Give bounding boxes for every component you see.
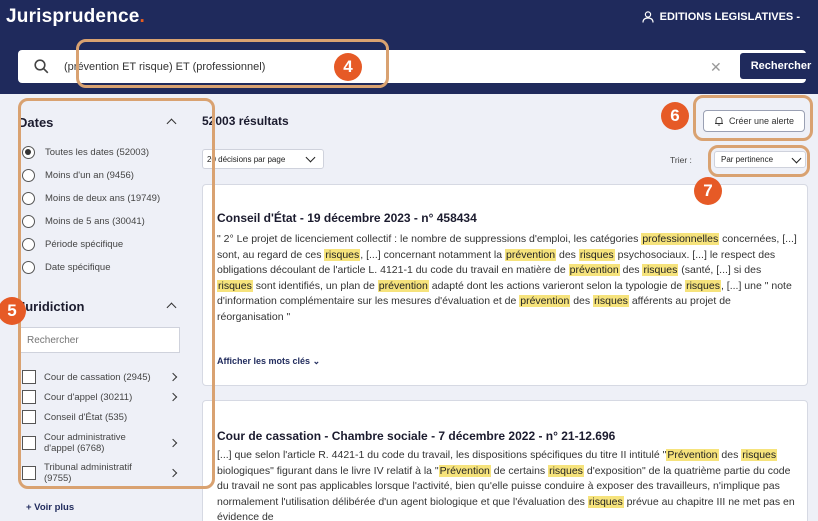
highlighted-term: risques (685, 279, 721, 292)
callout-badge: 6 (661, 102, 689, 130)
app-title: Jurisprudence (6, 6, 140, 27)
sort-label: Trier : (670, 155, 692, 165)
app-logo[interactable]: Jurisprudence. (6, 6, 145, 28)
result-excerpt: [...] que selon l'article R. 4421-1 du c… (217, 448, 799, 521)
account-menu[interactable]: EDITIONS LEGISLATIVES - (642, 11, 800, 23)
result-card[interactable]: Conseil d'État - 19 décembre 2023 - n° 4… (202, 184, 808, 386)
highlighted-term: risques (578, 248, 615, 261)
highlighted-term: Prévention (438, 464, 491, 477)
highlighted-term: prévention (519, 295, 571, 308)
search-icon (34, 59, 49, 74)
result-title[interactable]: Conseil d'État - 19 décembre 2023 - n° 4… (217, 211, 477, 225)
top-bar: Jurisprudence. EDITIONS LEGISLATIVES - (0, 0, 818, 38)
highlighted-term: Prévention (666, 449, 719, 461)
result-title[interactable]: Cour de cassation - Chambre sociale - 7 … (217, 429, 615, 443)
callout-badge: 7 (694, 177, 722, 205)
excerpt-text: des (619, 264, 643, 277)
chevron-down-icon (305, 152, 316, 163)
highlighted-term: prévention (568, 264, 620, 277)
callout-frame-alert (693, 95, 813, 141)
result-card[interactable]: Cour de cassation - Chambre sociale - 7 … (202, 400, 808, 521)
highlighted-term: risques (587, 495, 624, 508)
excerpt-text: , [...] concernant notamment la (360, 248, 506, 261)
excerpt-text: [...] que selon l'article R. 4421-1 du c… (217, 449, 667, 461)
excerpt-text: des (570, 295, 594, 308)
show-keywords-link[interactable]: Afficher les mots clés ⌄ (217, 356, 320, 367)
highlighted-term: prévention (377, 279, 429, 292)
excerpt-text: des (556, 248, 579, 261)
result-count: 52003 résultats (202, 114, 289, 128)
highlighted-term: professionnelles (641, 233, 720, 245)
account-label: EDITIONS LEGISLATIVES - (659, 11, 800, 23)
highlighted-term: risques (741, 449, 778, 461)
highlighted-term: risques (548, 464, 584, 477)
search-button[interactable]: Rechercher (740, 53, 818, 79)
excerpt-text: de certains (490, 464, 549, 477)
clear-icon[interactable]: ✕ (710, 60, 722, 74)
show-keywords-label: Afficher les mots clés (217, 356, 311, 366)
highlighted-term: risques (593, 295, 629, 308)
excerpt-text: adapté dont les actions varieront selon … (428, 279, 686, 292)
per-page-value: 20 décisions par page (207, 154, 286, 164)
per-page-select[interactable]: 20 décisions par page (202, 149, 324, 169)
excerpt-text: biologiques" figurant dans le livre IV r… (217, 464, 439, 477)
callout-badge: 4 (334, 53, 362, 81)
user-icon (642, 11, 654, 23)
logo-dot: . (139, 6, 146, 27)
highlighted-term: risques (217, 279, 253, 292)
chevron-down-icon: ⌄ (312, 356, 321, 366)
excerpt-text: (santé, [...] si des (678, 264, 762, 277)
result-excerpt: " 2° Le projet de licenciement collectif… (217, 232, 799, 326)
excerpt-text: des (718, 449, 742, 461)
see-more-link[interactable]: + Voir plus (26, 502, 74, 513)
excerpt-text: sont identifiés, un plan de (252, 279, 378, 292)
callout-frame-filters (18, 98, 215, 489)
excerpt-text: " 2° Le projet de licenciement collectif… (217, 233, 642, 245)
callout-frame-sort (708, 145, 810, 177)
highlighted-term: risques (324, 248, 361, 261)
highlighted-term: risques (642, 264, 679, 277)
highlighted-term: prévention (505, 248, 557, 261)
